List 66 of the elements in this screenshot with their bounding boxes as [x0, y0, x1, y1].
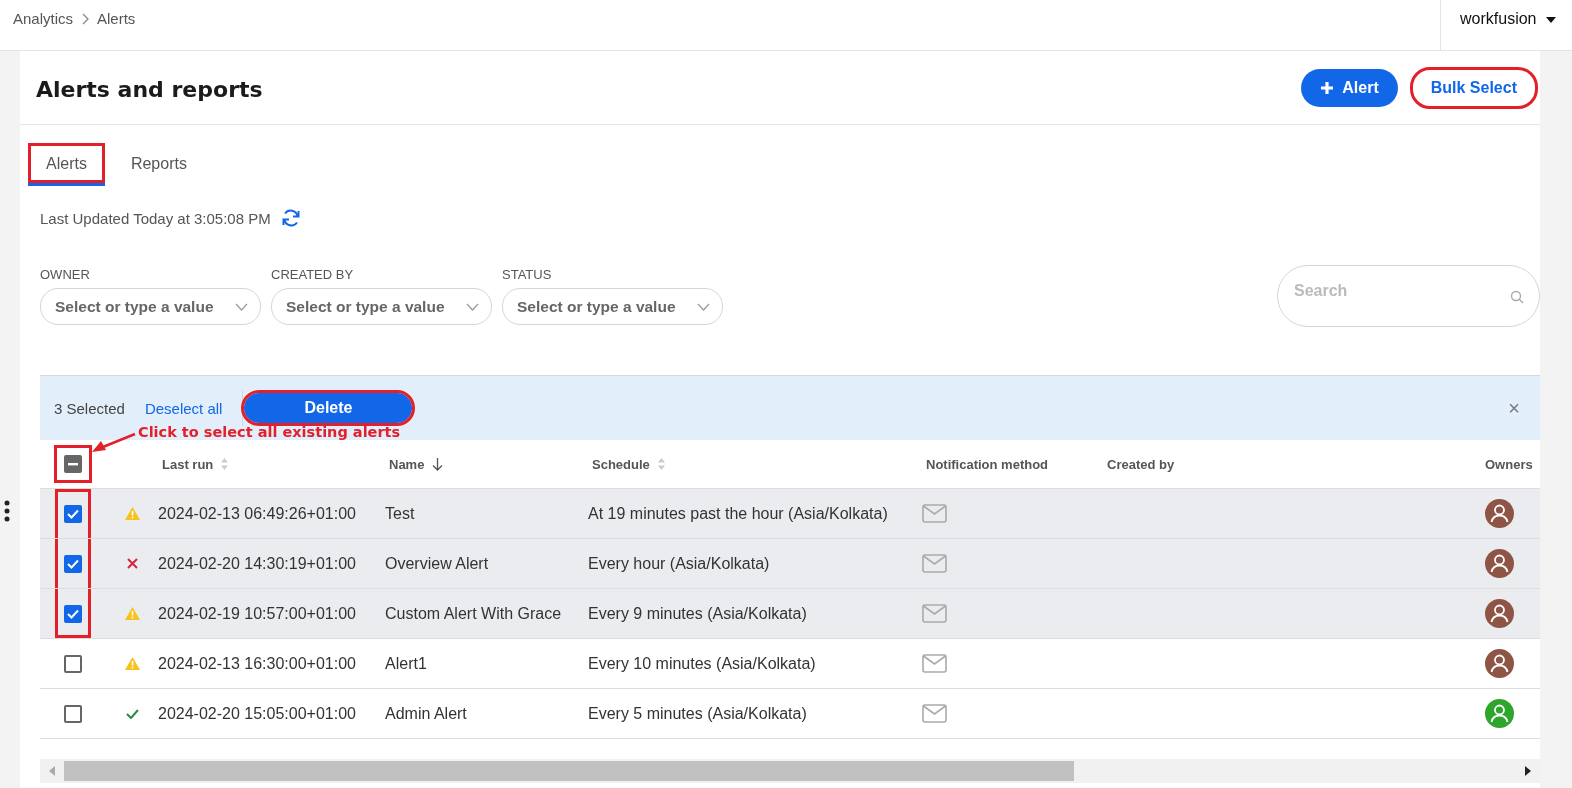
search-field[interactable]: Search	[1277, 265, 1540, 327]
row-checkbox[interactable]	[64, 654, 82, 673]
last-run-cell: 2024-02-13 16:30:00+01:00	[158, 654, 356, 673]
row-checkbox[interactable]	[64, 604, 82, 623]
select-all-checkbox[interactable]	[64, 455, 82, 473]
schedule-cell: At 19 minutes past the hour (Asia/Kolkata)	[588, 504, 888, 523]
more-icon[interactable]	[4, 500, 10, 522]
delete-button[interactable]: Delete	[244, 393, 413, 423]
search-icon	[1510, 290, 1524, 304]
close-button[interactable]: ×	[1502, 396, 1526, 420]
deselect-all-link[interactable]: Deselect all	[144, 399, 223, 417]
breadcrumb-link[interactable]: Analytics	[13, 10, 74, 27]
minus-icon	[68, 462, 78, 466]
last-run-cell: 2024-02-19 10:57:00+01:00	[158, 604, 356, 623]
refresh-icon[interactable]	[280, 208, 301, 228]
row-checkbox[interactable]	[64, 554, 82, 573]
envelope-icon	[922, 554, 947, 573]
last-run-cell: 2024-02-13 06:49:26+01:00	[158, 504, 356, 523]
filter-label: CREATED BY	[271, 267, 355, 282]
name-cell: Alert1	[385, 654, 427, 673]
schedule-cell: Every 10 minutes (Asia/Kolkata)	[588, 654, 816, 673]
last-updated-text: Last Updated Today at 3:05:08 PM	[40, 209, 271, 227]
column-header[interactable]: Schedule	[592, 456, 650, 472]
arrow-down-icon[interactable]	[432, 457, 444, 471]
tab[interactable]: Reports	[112, 143, 205, 186]
plus-icon	[1320, 80, 1335, 95]
column-header[interactable]: Owners	[1485, 456, 1533, 472]
filter-label: OWNER	[40, 267, 91, 282]
name-cell: Overview Alert	[385, 554, 489, 573]
schedule-cell: Every 9 minutes (Asia/Kolkata)	[588, 604, 807, 623]
add-alert-button[interactable]: Alert	[1301, 68, 1398, 107]
annotation-text: Click to select all existing alerts	[138, 424, 401, 440]
filter-dropdown[interactable]: Select or type a value	[271, 288, 492, 325]
column-header[interactable]: Created by	[1107, 456, 1175, 472]
bulk-select-button[interactable]: Bulk Select	[1409, 66, 1538, 109]
column-header[interactable]: Last run	[162, 456, 214, 472]
name-cell: Custom Alert With Grace	[385, 604, 562, 623]
breadcrumb-current: Alerts	[97, 10, 136, 27]
envelope-icon	[922, 504, 947, 523]
envelope-icon	[922, 604, 947, 623]
row-checkbox[interactable]	[64, 704, 82, 723]
scroll-right-icon[interactable]	[1524, 766, 1532, 776]
schedule-cell: Every hour (Asia/Kolkata)	[588, 554, 770, 573]
name-cell: Admin Alert	[385, 704, 467, 723]
filter-dropdown[interactable]: Select or type a value	[40, 288, 261, 325]
envelope-icon	[922, 704, 947, 723]
envelope-icon	[922, 654, 947, 673]
chevron-down-icon	[466, 303, 479, 311]
last-run-cell: 2024-02-20 14:30:19+01:00	[158, 554, 356, 573]
last-run-cell: 2024-02-20 15:05:00+01:00	[158, 704, 356, 723]
page-title: Alerts and reports	[36, 77, 263, 102]
caret-icon	[1546, 17, 1557, 23]
vertical-scrollbar[interactable]	[1540, 51, 1572, 788]
schedule-cell: Every 5 minutes (Asia/Kolkata)	[588, 704, 807, 723]
column-header[interactable]: Name	[389, 456, 425, 472]
row-checkbox[interactable]	[64, 504, 82, 523]
tab[interactable]: Alerts	[28, 143, 105, 186]
name-cell: Test	[385, 504, 415, 523]
chevron-right-icon	[81, 12, 90, 25]
chevron-down-icon	[697, 303, 710, 311]
filter-dropdown[interactable]: Select or type a value	[502, 288, 723, 325]
selected-count: 3 Selected	[54, 399, 125, 417]
chevron-down-icon	[235, 303, 248, 311]
column-header[interactable]: Notification method	[926, 456, 1049, 472]
filter-label: STATUS	[502, 267, 553, 282]
horizontal-scrollbar[interactable]	[40, 759, 1540, 783]
